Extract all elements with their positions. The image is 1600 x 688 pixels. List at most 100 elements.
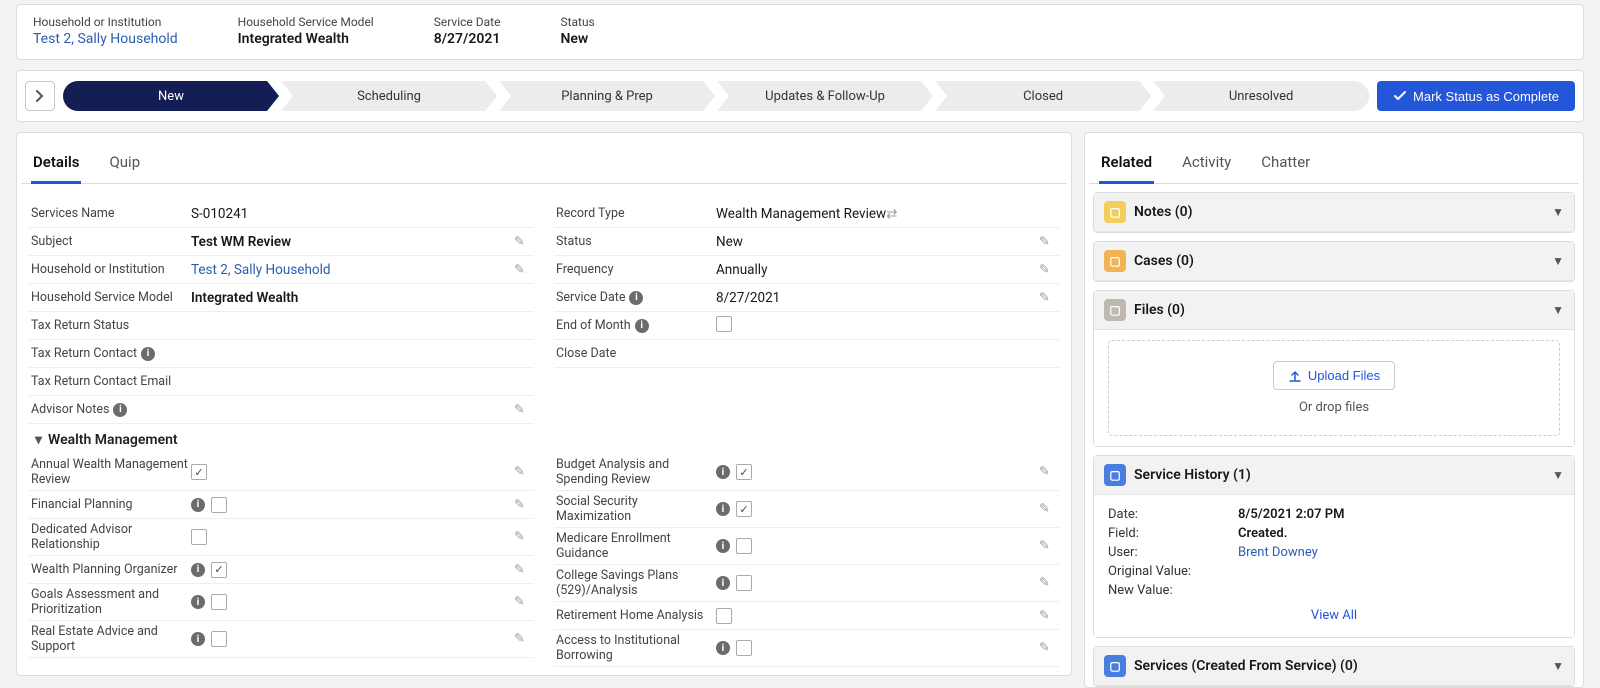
info-icon[interactable]: i — [629, 291, 643, 305]
wealth-item-label: Retirement Home Analysis — [556, 608, 716, 623]
history-value: 8/5/2021 2:07 PM — [1238, 507, 1344, 522]
wealth-item-label: College Savings Plans (529)/Analysis — [556, 568, 716, 598]
cases-header[interactable]: ▢ Cases (0) ▼ — [1094, 242, 1574, 281]
info-icon[interactable]: i — [191, 563, 205, 577]
checkbox: ✓ — [736, 501, 752, 517]
view-all-link[interactable]: View All — [1311, 608, 1357, 623]
path-stage[interactable]: Updates & Follow-Up — [717, 81, 933, 111]
wealth-item-row: Dedicated Advisor Relationship ✎ — [29, 519, 534, 556]
edit-pencil-icon[interactable]: ✎ — [514, 632, 530, 647]
detail-label: Close Date — [556, 346, 716, 361]
edit-pencil-icon[interactable]: ✎ — [514, 465, 530, 480]
related-services: ▢ Services (Created From Service) (0) ▼ — [1093, 646, 1575, 687]
info-icon[interactable]: i — [716, 539, 730, 553]
file-drop-zone[interactable]: Upload Files Or drop files — [1108, 340, 1560, 436]
history-row: Field: Created. — [1108, 524, 1560, 543]
tab-details[interactable]: Details — [31, 147, 81, 184]
header-field-value[interactable]: Test 2, Sally Household — [33, 31, 178, 47]
path-stage[interactable]: Planning & Prep — [499, 81, 715, 111]
path-stage[interactable]: Scheduling — [281, 81, 497, 111]
info-icon[interactable]: i — [191, 595, 205, 609]
edit-pencil-icon[interactable]: ✎ — [1039, 290, 1055, 305]
edit-pencil-icon[interactable]: ✎ — [514, 497, 530, 512]
wealth-item-label: Wealth Planning Organizer — [31, 562, 191, 577]
drop-hint: Or drop files — [1119, 400, 1549, 415]
files-header[interactable]: ▢ Files (0) ▼ — [1094, 291, 1574, 330]
edit-pencil-icon[interactable]: ✎ — [514, 262, 530, 277]
checkbox: ✓ — [211, 562, 227, 578]
edit-pencil-icon[interactable]: ✎ — [1039, 502, 1055, 517]
history-row: New Value: — [1108, 581, 1560, 600]
path-stage[interactable]: Closed — [935, 81, 1151, 111]
files-icon: ▢ — [1104, 299, 1126, 321]
edit-pencil-icon[interactable]: ✎ — [1039, 608, 1055, 623]
detail-row: Advisor Notes i✎ — [29, 396, 534, 424]
edit-pencil-icon[interactable]: ✎ — [514, 562, 530, 577]
chevron-right-icon — [36, 90, 44, 102]
section-wealth-management[interactable]: ▾ Wealth Management — [29, 424, 1059, 454]
change-record-type-icon[interactable]: ⇄ — [886, 206, 897, 222]
history-key: Original Value: — [1108, 564, 1228, 579]
tab-chatter[interactable]: Chatter — [1259, 147, 1312, 183]
header-field: Household Service Model Integrated Wealt… — [238, 15, 374, 47]
upload-files-button[interactable]: Upload Files — [1273, 361, 1395, 390]
info-icon[interactable]: i — [113, 403, 127, 417]
checkbox — [211, 631, 227, 647]
detail-label: Household or Institution — [31, 262, 191, 277]
related-panel: Related Activity Chatter ▢ Notes (0) ▼ ▢ C… — [1084, 132, 1584, 688]
section-title: Wealth Management — [48, 432, 178, 448]
detail-value[interactable]: Test 2, Sally Household — [191, 262, 330, 278]
related-cases: ▢ Cases (0) ▼ — [1093, 241, 1575, 282]
wealth-item-label: Access to Institutional Borrowing — [556, 633, 716, 663]
detail-value: Annually — [716, 262, 767, 278]
info-icon[interactable]: i — [191, 632, 205, 646]
edit-pencil-icon[interactable]: ✎ — [514, 234, 530, 249]
detail-value-wrap: 8/27/2021 — [716, 290, 1057, 306]
checkbox — [191, 529, 207, 545]
right-tabs: Related Activity Chatter — [1089, 143, 1579, 184]
detail-value: Integrated Wealth — [191, 290, 298, 306]
info-icon[interactable]: i — [716, 641, 730, 655]
related-notes: ▢ Notes (0) ▼ — [1093, 192, 1575, 233]
history-row: Original Value: — [1108, 562, 1560, 581]
edit-pencil-icon[interactable]: ✎ — [1039, 641, 1055, 656]
edit-pencil-icon[interactable]: ✎ — [1039, 465, 1055, 480]
info-icon[interactable]: i — [716, 502, 730, 516]
related-menu-button[interactable]: ▼ — [1552, 205, 1564, 219]
tab-related[interactable]: Related — [1099, 147, 1154, 184]
path-stage[interactable]: New — [63, 81, 279, 111]
detail-value: Test WM Review — [191, 234, 291, 250]
mark-status-complete-button[interactable]: Mark Status as Complete — [1377, 81, 1575, 111]
detail-label: Household Service Model — [31, 290, 191, 305]
info-icon[interactable]: i — [716, 576, 730, 590]
related-menu-button[interactable]: ▼ — [1552, 659, 1564, 673]
info-icon[interactable]: i — [635, 319, 649, 333]
service-history-header[interactable]: ▢ Service History (1) ▼ — [1094, 456, 1574, 495]
tab-quip[interactable]: Quip — [107, 147, 142, 183]
info-icon[interactable]: i — [191, 498, 205, 512]
edit-pencil-icon[interactable]: ✎ — [1039, 234, 1055, 249]
edit-pencil-icon[interactable]: ✎ — [514, 595, 530, 610]
detail-row: Household or InstitutionTest 2, Sally Ho… — [29, 256, 534, 284]
history-value[interactable]: Brent Downey — [1238, 545, 1318, 560]
info-icon[interactable]: i — [716, 465, 730, 479]
edit-pencil-icon[interactable]: ✎ — [1039, 539, 1055, 554]
related-menu-button[interactable]: ▼ — [1552, 254, 1564, 268]
edit-pencil-icon[interactable]: ✎ — [1039, 262, 1055, 277]
related-files: ▢ Files (0) ▼ Upload Files Or drop files — [1093, 290, 1575, 447]
edit-pencil-icon[interactable]: ✎ — [514, 402, 530, 417]
services-header[interactable]: ▢ Services (Created From Service) (0) ▼ — [1094, 647, 1574, 686]
path-expand-button[interactable] — [25, 81, 55, 111]
related-menu-button[interactable]: ▼ — [1552, 468, 1564, 482]
info-icon[interactable]: i — [141, 347, 155, 361]
path-stage[interactable]: Unresolved — [1153, 81, 1369, 111]
related-menu-button[interactable]: ▼ — [1552, 303, 1564, 317]
notes-icon: ▢ — [1104, 201, 1126, 223]
edit-pencil-icon[interactable]: ✎ — [514, 530, 530, 545]
edit-pencil-icon[interactable]: ✎ — [1039, 576, 1055, 591]
cases-title: Cases (0) — [1134, 253, 1194, 269]
notes-header[interactable]: ▢ Notes (0) ▼ — [1094, 193, 1574, 232]
wealth-item-row: Wealth Planning Organizer i ✓ ✎ — [29, 556, 534, 584]
detail-value-wrap: S-010241 — [191, 206, 532, 222]
tab-activity[interactable]: Activity — [1180, 147, 1233, 183]
